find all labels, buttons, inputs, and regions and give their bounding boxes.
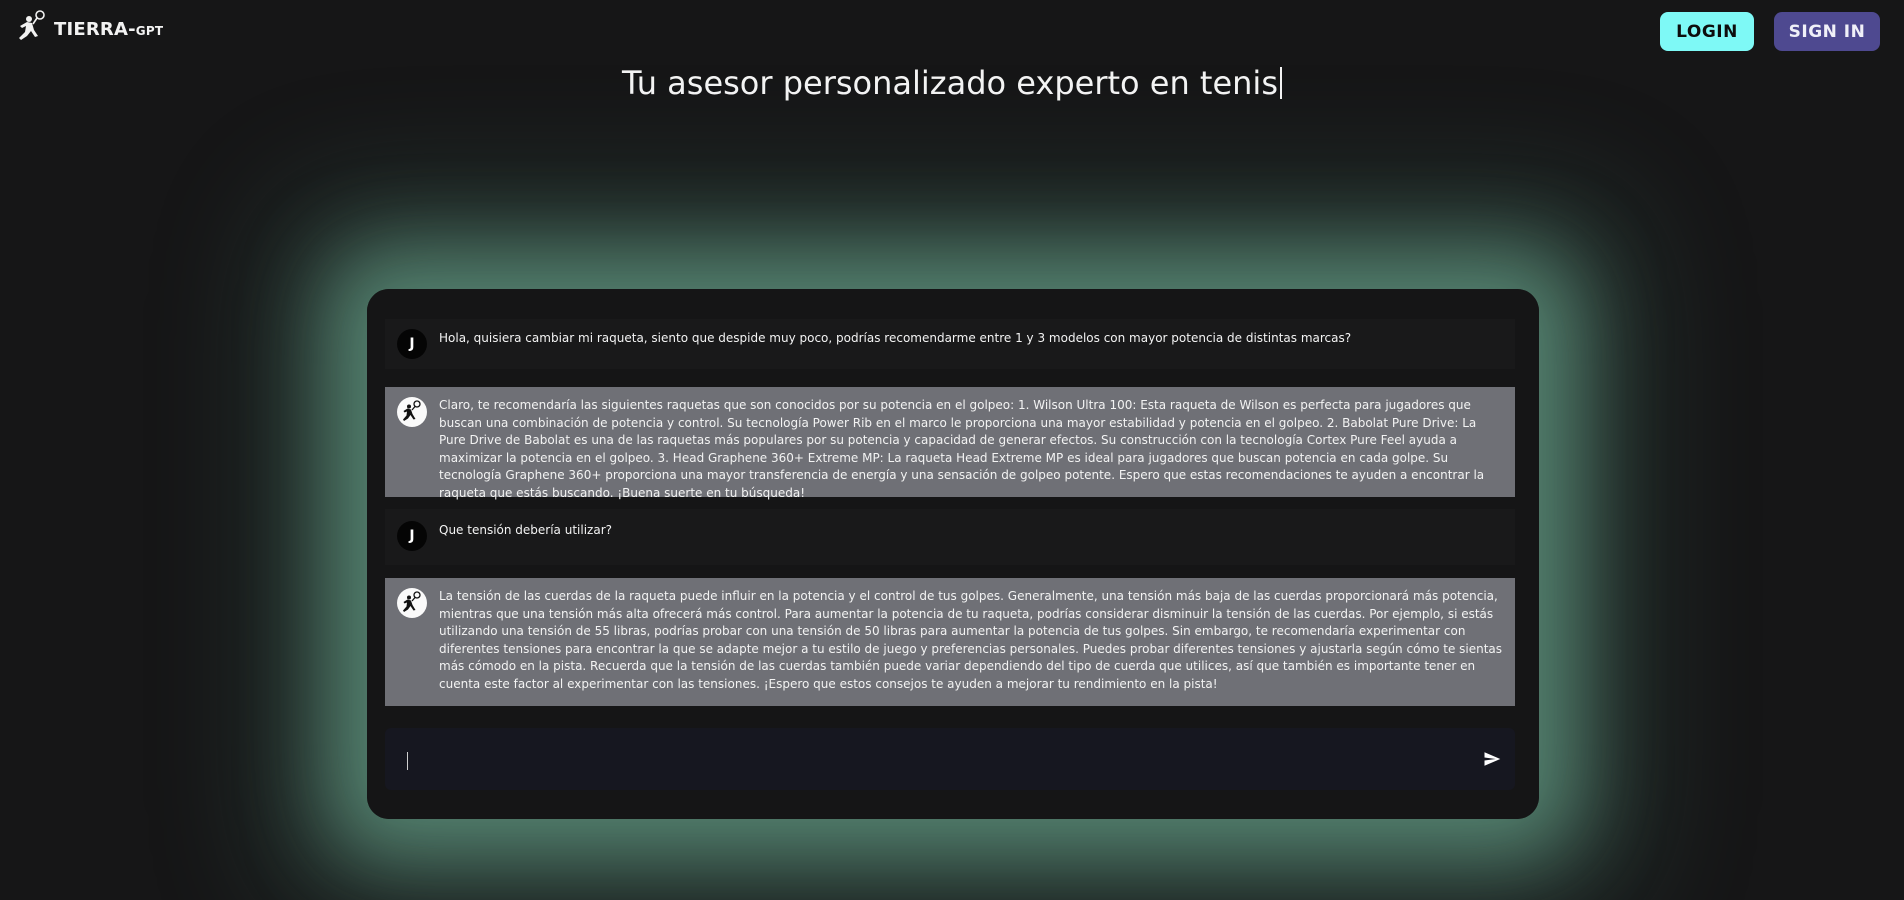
- tennis-player-logo-icon: [16, 10, 50, 48]
- message-text: La tensión de las cuerdas de la raqueta …: [439, 589, 1503, 691]
- user-message: J Que tensión debería utilizar?: [385, 509, 1515, 565]
- user-message: J Hola, quisiera cambiar mi raqueta, sie…: [385, 319, 1515, 369]
- send-icon[interactable]: [1483, 750, 1501, 768]
- user-avatar: J: [397, 521, 427, 551]
- header: TIERRA-GPT LOGIN SIGN IN: [0, 0, 1904, 64]
- sign-in-button[interactable]: SIGN IN: [1774, 12, 1880, 51]
- chat-input[interactable]: [385, 728, 1515, 790]
- bot-message: La tensión de las cuerdas de la raqueta …: [385, 578, 1515, 706]
- typing-cursor: [1279, 67, 1282, 99]
- bot-message: Claro, te recomendaría las siguientes ra…: [385, 387, 1515, 500]
- message-text: Claro, te recomendaría las siguientes ra…: [439, 398, 1485, 500]
- login-button[interactable]: LOGIN: [1660, 12, 1754, 51]
- hero-title-container: Tu asesor personalizado experto en tenis: [0, 64, 1904, 102]
- tennis-player-icon: [397, 588, 427, 618]
- message-text: Que tensión debería utilizar?: [439, 523, 612, 537]
- logo-text: TIERRA-GPT: [54, 18, 164, 40]
- logo[interactable]: TIERRA-GPT: [16, 10, 164, 48]
- tennis-player-icon: [397, 397, 427, 427]
- input-caret: [407, 752, 408, 770]
- user-avatar: J: [397, 329, 427, 359]
- chat-panel: J Hola, quisiera cambiar mi raqueta, sie…: [367, 289, 1539, 819]
- message-text: Hola, quisiera cambiar mi raqueta, sient…: [439, 331, 1352, 345]
- hero-title: Tu asesor personalizado experto en tenis: [622, 64, 1278, 102]
